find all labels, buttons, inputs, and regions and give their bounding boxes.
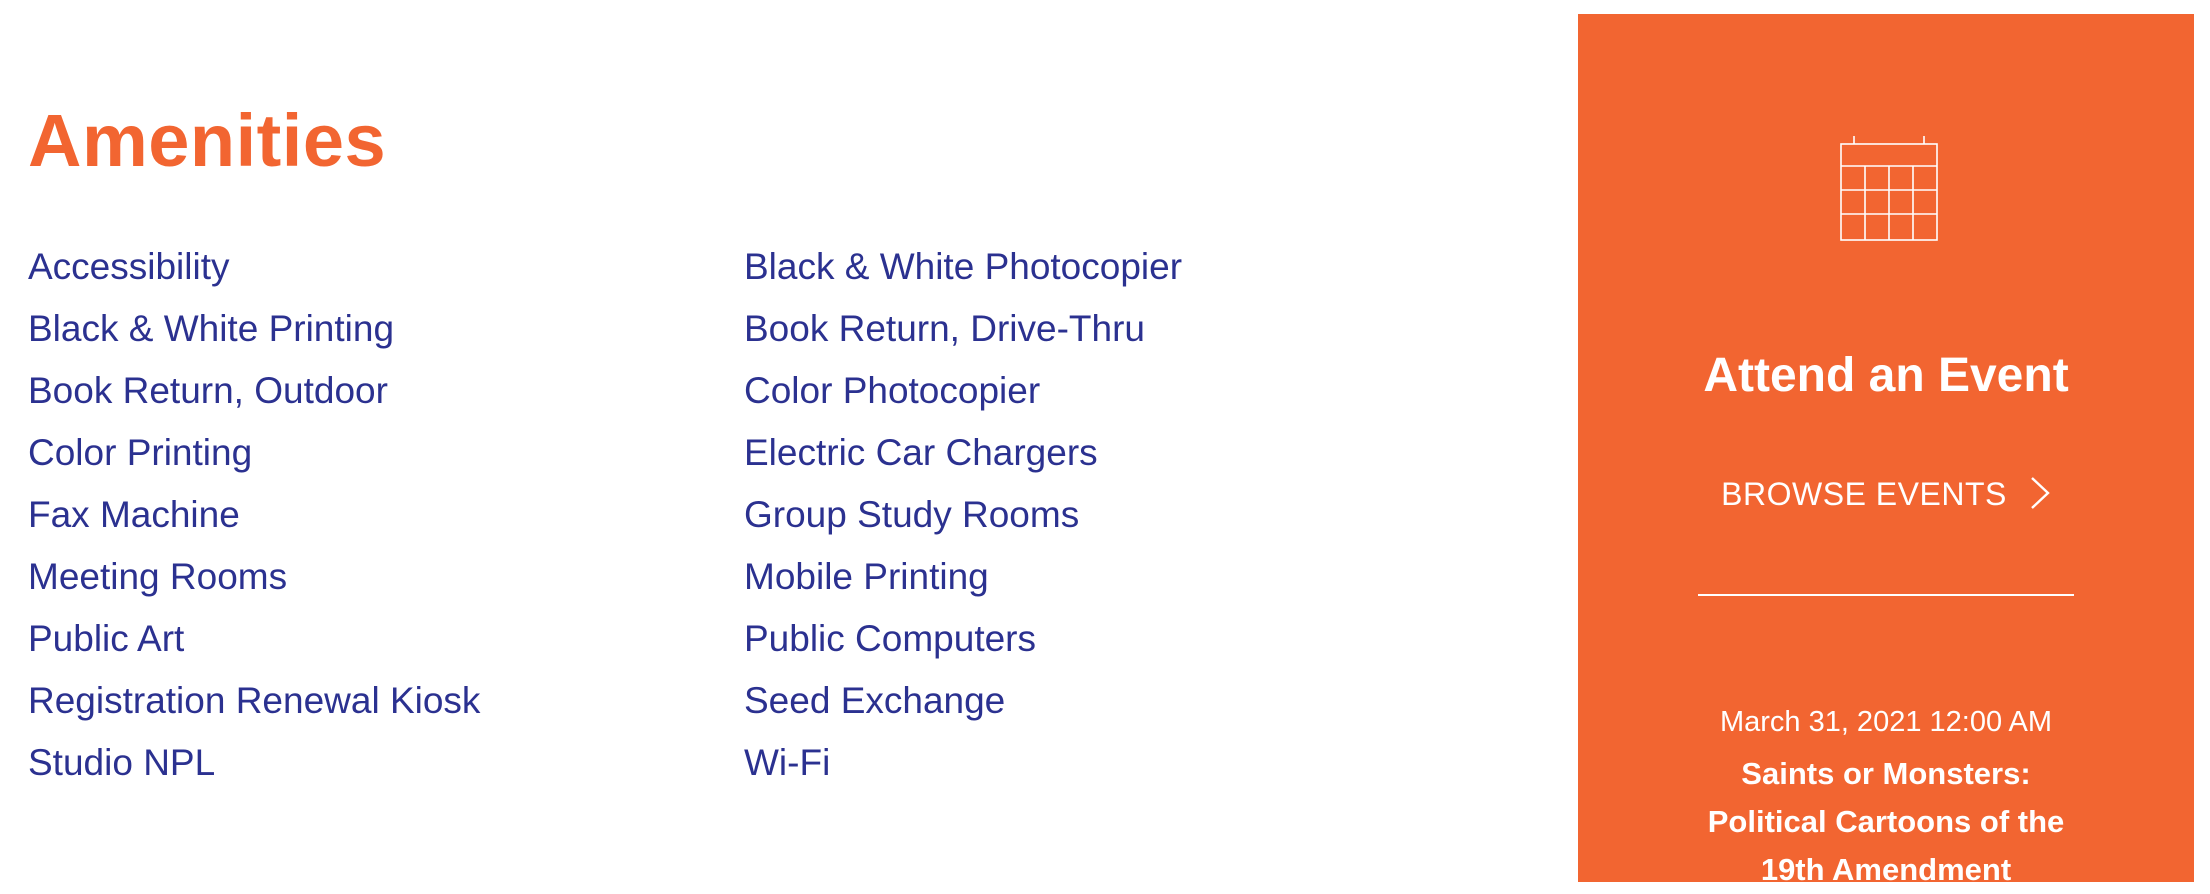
amenities-list-column-2: Black & White Photocopier Book Return, D… bbox=[744, 236, 1182, 794]
amenity-link[interactable]: Color Photocopier bbox=[744, 360, 1182, 422]
amenity-link[interactable]: Mobile Printing bbox=[744, 546, 1182, 608]
amenities-title: Amenities bbox=[28, 99, 387, 182]
amenities-list-column-1: Accessibility Black & White Printing Boo… bbox=[28, 236, 480, 794]
amenity-link[interactable]: Electric Car Chargers bbox=[744, 422, 1182, 484]
amenity-link[interactable]: Book Return, Drive-Thru bbox=[744, 298, 1182, 360]
amenity-link[interactable]: Color Printing bbox=[28, 422, 480, 484]
amenity-link[interactable]: Fax Machine bbox=[28, 484, 480, 546]
event-heading: Attend an Event bbox=[1703, 349, 2069, 402]
amenity-link[interactable]: Studio NPL bbox=[28, 732, 480, 794]
chevron-right-icon bbox=[2031, 476, 2050, 509]
event-panel: Attend an Event BROWSE EVENTS March 31, … bbox=[1578, 14, 2194, 887]
amenity-link[interactable]: Book Return, Outdoor bbox=[28, 360, 480, 422]
divider bbox=[1698, 594, 2074, 596]
amenity-link[interactable]: Registration Renewal Kiosk bbox=[28, 670, 480, 732]
amenity-link[interactable]: Meeting Rooms bbox=[28, 546, 480, 608]
amenity-link[interactable]: Group Study Rooms bbox=[744, 484, 1182, 546]
browse-events-label: BROWSE EVENTS bbox=[1721, 476, 2007, 512]
amenity-link[interactable]: Wi-Fi bbox=[744, 732, 1182, 794]
calendar-icon bbox=[1840, 136, 1938, 241]
amenity-link[interactable]: Seed Exchange bbox=[744, 670, 1182, 732]
amenity-link[interactable]: Public Computers bbox=[744, 608, 1182, 670]
amenity-link[interactable]: Black & White Photocopier bbox=[744, 236, 1182, 298]
amenity-link[interactable]: Accessibility bbox=[28, 236, 480, 298]
amenity-link[interactable]: Black & White Printing bbox=[28, 298, 480, 360]
amenity-link[interactable]: Public Art bbox=[28, 608, 480, 670]
amenities-section: Amenities Accessibility Black & White Pr… bbox=[28, 0, 1528, 882]
event-date: March 31, 2021 12:00 AM bbox=[1719, 706, 2053, 738]
event-title-link[interactable]: Saints or Monsters: Political Cartoons o… bbox=[1688, 750, 2084, 894]
browse-events-link[interactable]: BROWSE EVENTS bbox=[1578, 462, 2194, 526]
